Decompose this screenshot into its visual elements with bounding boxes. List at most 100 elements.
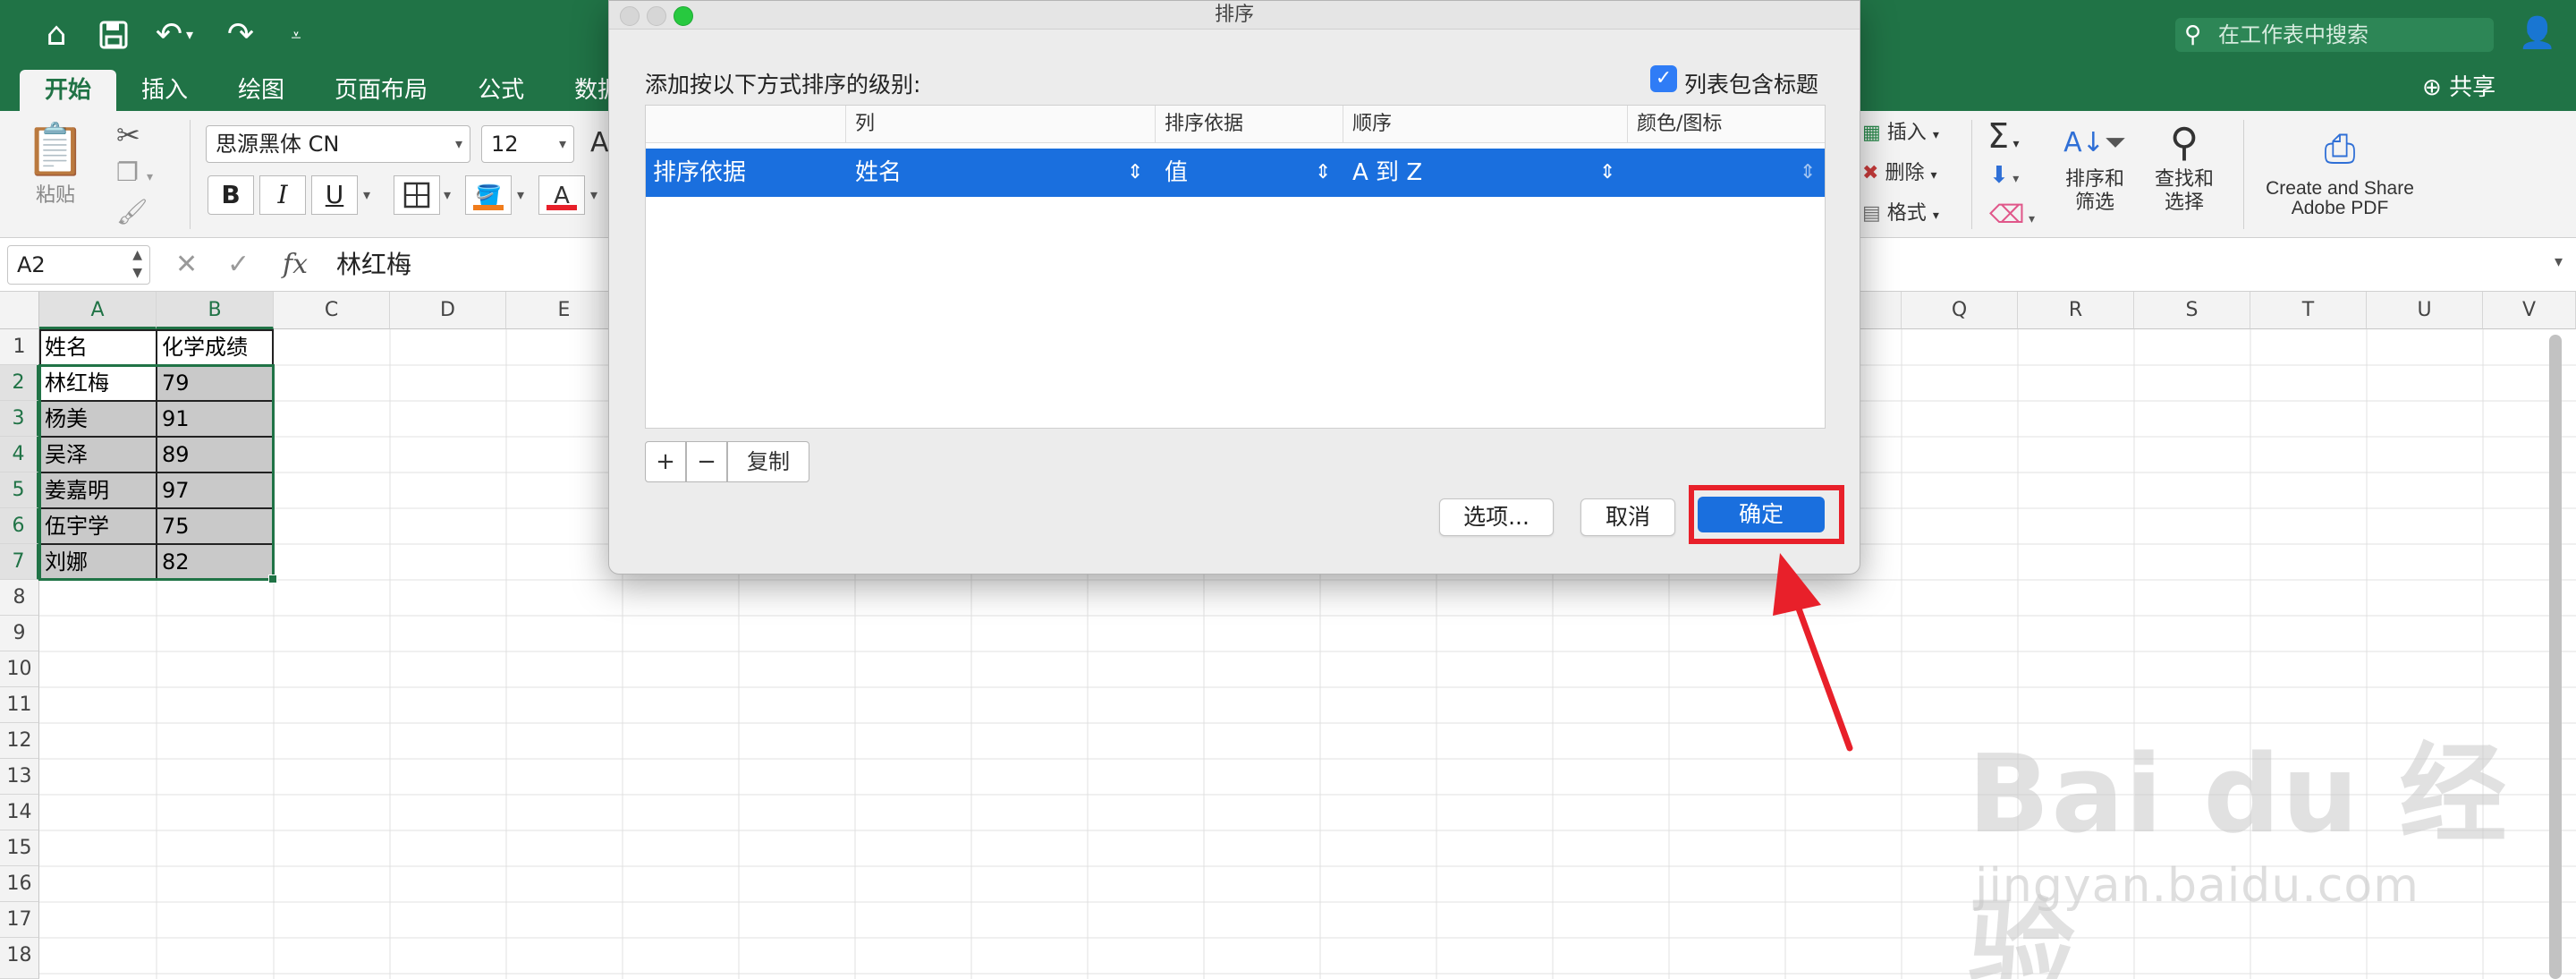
grow-font-icon[interactable]: A — [590, 127, 609, 158]
cut-icon[interactable]: ✂ — [116, 118, 140, 152]
underline-dropdown-icon[interactable]: ▾ — [363, 186, 370, 203]
font-color-button[interactable]: A — [538, 175, 585, 215]
sort-color-select[interactable] — [1630, 149, 1791, 197]
sort-filter-button[interactable]: A↓⏷ 排序和 筛选 — [2057, 118, 2132, 215]
cancel-button[interactable]: 取消 — [1580, 498, 1675, 536]
tab-page-layout[interactable]: 页面布局 — [309, 70, 453, 111]
cell-b7[interactable]: 82 — [157, 545, 274, 579]
column-header[interactable]: U — [2367, 292, 2483, 329]
borders-dropdown-icon[interactable]: ▾ — [444, 186, 451, 203]
paste-button[interactable]: 📋 粘贴 — [20, 123, 91, 222]
select-all-corner[interactable] — [0, 292, 39, 329]
fill-button[interactable]: ⬇ ▾ — [1989, 157, 2019, 197]
cell-a4[interactable]: 吴泽 — [39, 438, 157, 472]
insert-cells-button[interactable]: ▦ 插入 ▾ — [1862, 120, 1939, 149]
tab-home[interactable]: 开始 — [20, 70, 117, 111]
tab-draw[interactable]: 绘图 — [213, 70, 309, 111]
stepper-icon[interactable]: ⇕ — [1800, 149, 1816, 197]
column-header[interactable]: A — [39, 292, 157, 329]
fill-color-dropdown-icon[interactable]: ▾ — [517, 186, 524, 203]
ok-button[interactable]: 确定 — [1698, 497, 1825, 532]
name-box[interactable]: A2 ▲ ▼ — [7, 245, 150, 285]
format-cells-button[interactable]: ▤ 格式 ▾ — [1862, 200, 1939, 229]
column-header[interactable]: Q — [1902, 292, 2018, 329]
cell-b4[interactable]: 89 — [157, 438, 274, 472]
row-header[interactable]: 6 — [0, 508, 39, 544]
cell-b2[interactable]: 79 — [157, 366, 274, 400]
row-header[interactable]: 14 — [0, 795, 39, 830]
cell-a1[interactable]: 姓名 — [39, 330, 157, 364]
find-select-button[interactable]: ⚲ 查找和 选择 — [2147, 118, 2222, 215]
column-header[interactable]: S — [2134, 292, 2250, 329]
row-header[interactable]: 12 — [0, 723, 39, 759]
cell-a3[interactable]: 杨美 — [39, 402, 157, 436]
column-header[interactable]: V — [2483, 292, 2576, 329]
confirm-edit-icon[interactable]: ✓ — [227, 247, 250, 283]
column-header[interactable]: E — [506, 292, 623, 329]
sort-order-select[interactable]: A 到 Z — [1345, 149, 1596, 197]
row-header[interactable]: 1 — [0, 329, 39, 365]
sort-level-row[interactable]: 排序依据 姓名 ⇕ 值 ⇕ A 到 Z ⇕ ⇕ — [646, 149, 1825, 197]
stepper-icon[interactable]: ⇕ — [1127, 149, 1143, 197]
italic-button[interactable]: I — [259, 175, 306, 215]
stepper-icon[interactable]: ⇕ — [1315, 149, 1331, 197]
row-header[interactable]: 10 — [0, 651, 39, 687]
font-color-dropdown-icon[interactable]: ▾ — [590, 186, 597, 203]
tab-formulas[interactable]: 公式 — [453, 70, 549, 111]
underline-button[interactable]: U — [311, 175, 358, 215]
cell-a7[interactable]: 刘娜 — [39, 545, 157, 579]
bold-button[interactable]: B — [208, 175, 254, 215]
fill-color-button[interactable]: 🪣 — [465, 175, 512, 215]
remove-level-button[interactable]: − — [686, 441, 727, 482]
row-header[interactable]: 11 — [0, 687, 39, 723]
copy-level-button[interactable]: 复制 — [727, 441, 809, 482]
row-header[interactable]: 7 — [0, 544, 39, 580]
row-header[interactable]: 15 — [0, 830, 39, 866]
clear-button[interactable]: ⌫ ▾ — [1989, 197, 2035, 237]
redo-icon[interactable]: ↷ — [218, 13, 263, 57]
row-header[interactable]: 18 — [0, 938, 39, 979]
row-header[interactable]: 2 — [0, 365, 39, 401]
sort-column-select[interactable]: 姓名 — [848, 149, 1116, 197]
row-header[interactable]: 8 — [0, 580, 39, 616]
stepper-icon[interactable]: ⇕ — [1599, 149, 1615, 197]
function-icon[interactable]: fx — [283, 247, 308, 283]
borders-button[interactable] — [394, 175, 440, 215]
add-level-button[interactable]: + — [645, 441, 686, 482]
cell-a5[interactable]: 姜嘉明 — [39, 473, 157, 507]
sort-on-select[interactable]: 值 — [1157, 149, 1318, 197]
cell-b1[interactable]: 化学成绩 — [157, 330, 274, 364]
column-header[interactable]: D — [390, 292, 506, 329]
row-header[interactable]: 17 — [0, 902, 39, 938]
cell-a2[interactable]: 林红梅 — [39, 366, 157, 400]
cell-b6[interactable]: 75 — [157, 509, 274, 543]
undo-dropdown-icon[interactable]: ▾ — [179, 13, 200, 57]
row-header[interactable]: 3 — [0, 401, 39, 437]
column-header[interactable]: C — [274, 292, 390, 329]
share-button[interactable]: ⊕ 共享 — [2422, 70, 2496, 106]
cell-a6[interactable]: 伍宇学 — [39, 509, 157, 543]
row-header[interactable]: 5 — [0, 472, 39, 508]
options-button[interactable]: 选项... — [1439, 498, 1554, 536]
tab-insert[interactable]: 插入 — [116, 70, 213, 111]
save-icon[interactable] — [91, 13, 136, 57]
sheet-search-input[interactable]: ⚲ 在工作表中搜索 — [2175, 18, 2494, 52]
customize-toolbar-icon[interactable]: ⩡ — [274, 13, 318, 57]
row-header[interactable]: 4 — [0, 437, 39, 472]
column-header[interactable]: T — [2250, 292, 2367, 329]
home-icon[interactable]: ⌂ — [34, 13, 79, 57]
format-painter-icon[interactable]: 🖌 — [116, 197, 148, 226]
column-header[interactable]: B — [157, 292, 274, 329]
row-header[interactable]: 13 — [0, 759, 39, 795]
user-icon[interactable]: 👤 — [2517, 13, 2558, 54]
cell-b5[interactable]: 97 — [157, 473, 274, 507]
expand-formula-icon[interactable]: ▾ — [2555, 252, 2563, 271]
font-name-select[interactable]: 思源黑体 CN ▾ — [206, 125, 470, 163]
header-checkbox[interactable]: ✓ — [1650, 65, 1677, 92]
cell-b3[interactable]: 91 — [157, 402, 274, 436]
cancel-edit-icon[interactable]: ✕ — [175, 247, 198, 283]
row-header[interactable]: 16 — [0, 866, 39, 902]
row-header[interactable]: 9 — [0, 616, 39, 651]
formula-input[interactable]: 林红梅 — [336, 247, 411, 283]
adobe-pdf-button[interactable]: ⎙ Create and Share Adobe PDF — [2258, 120, 2422, 218]
